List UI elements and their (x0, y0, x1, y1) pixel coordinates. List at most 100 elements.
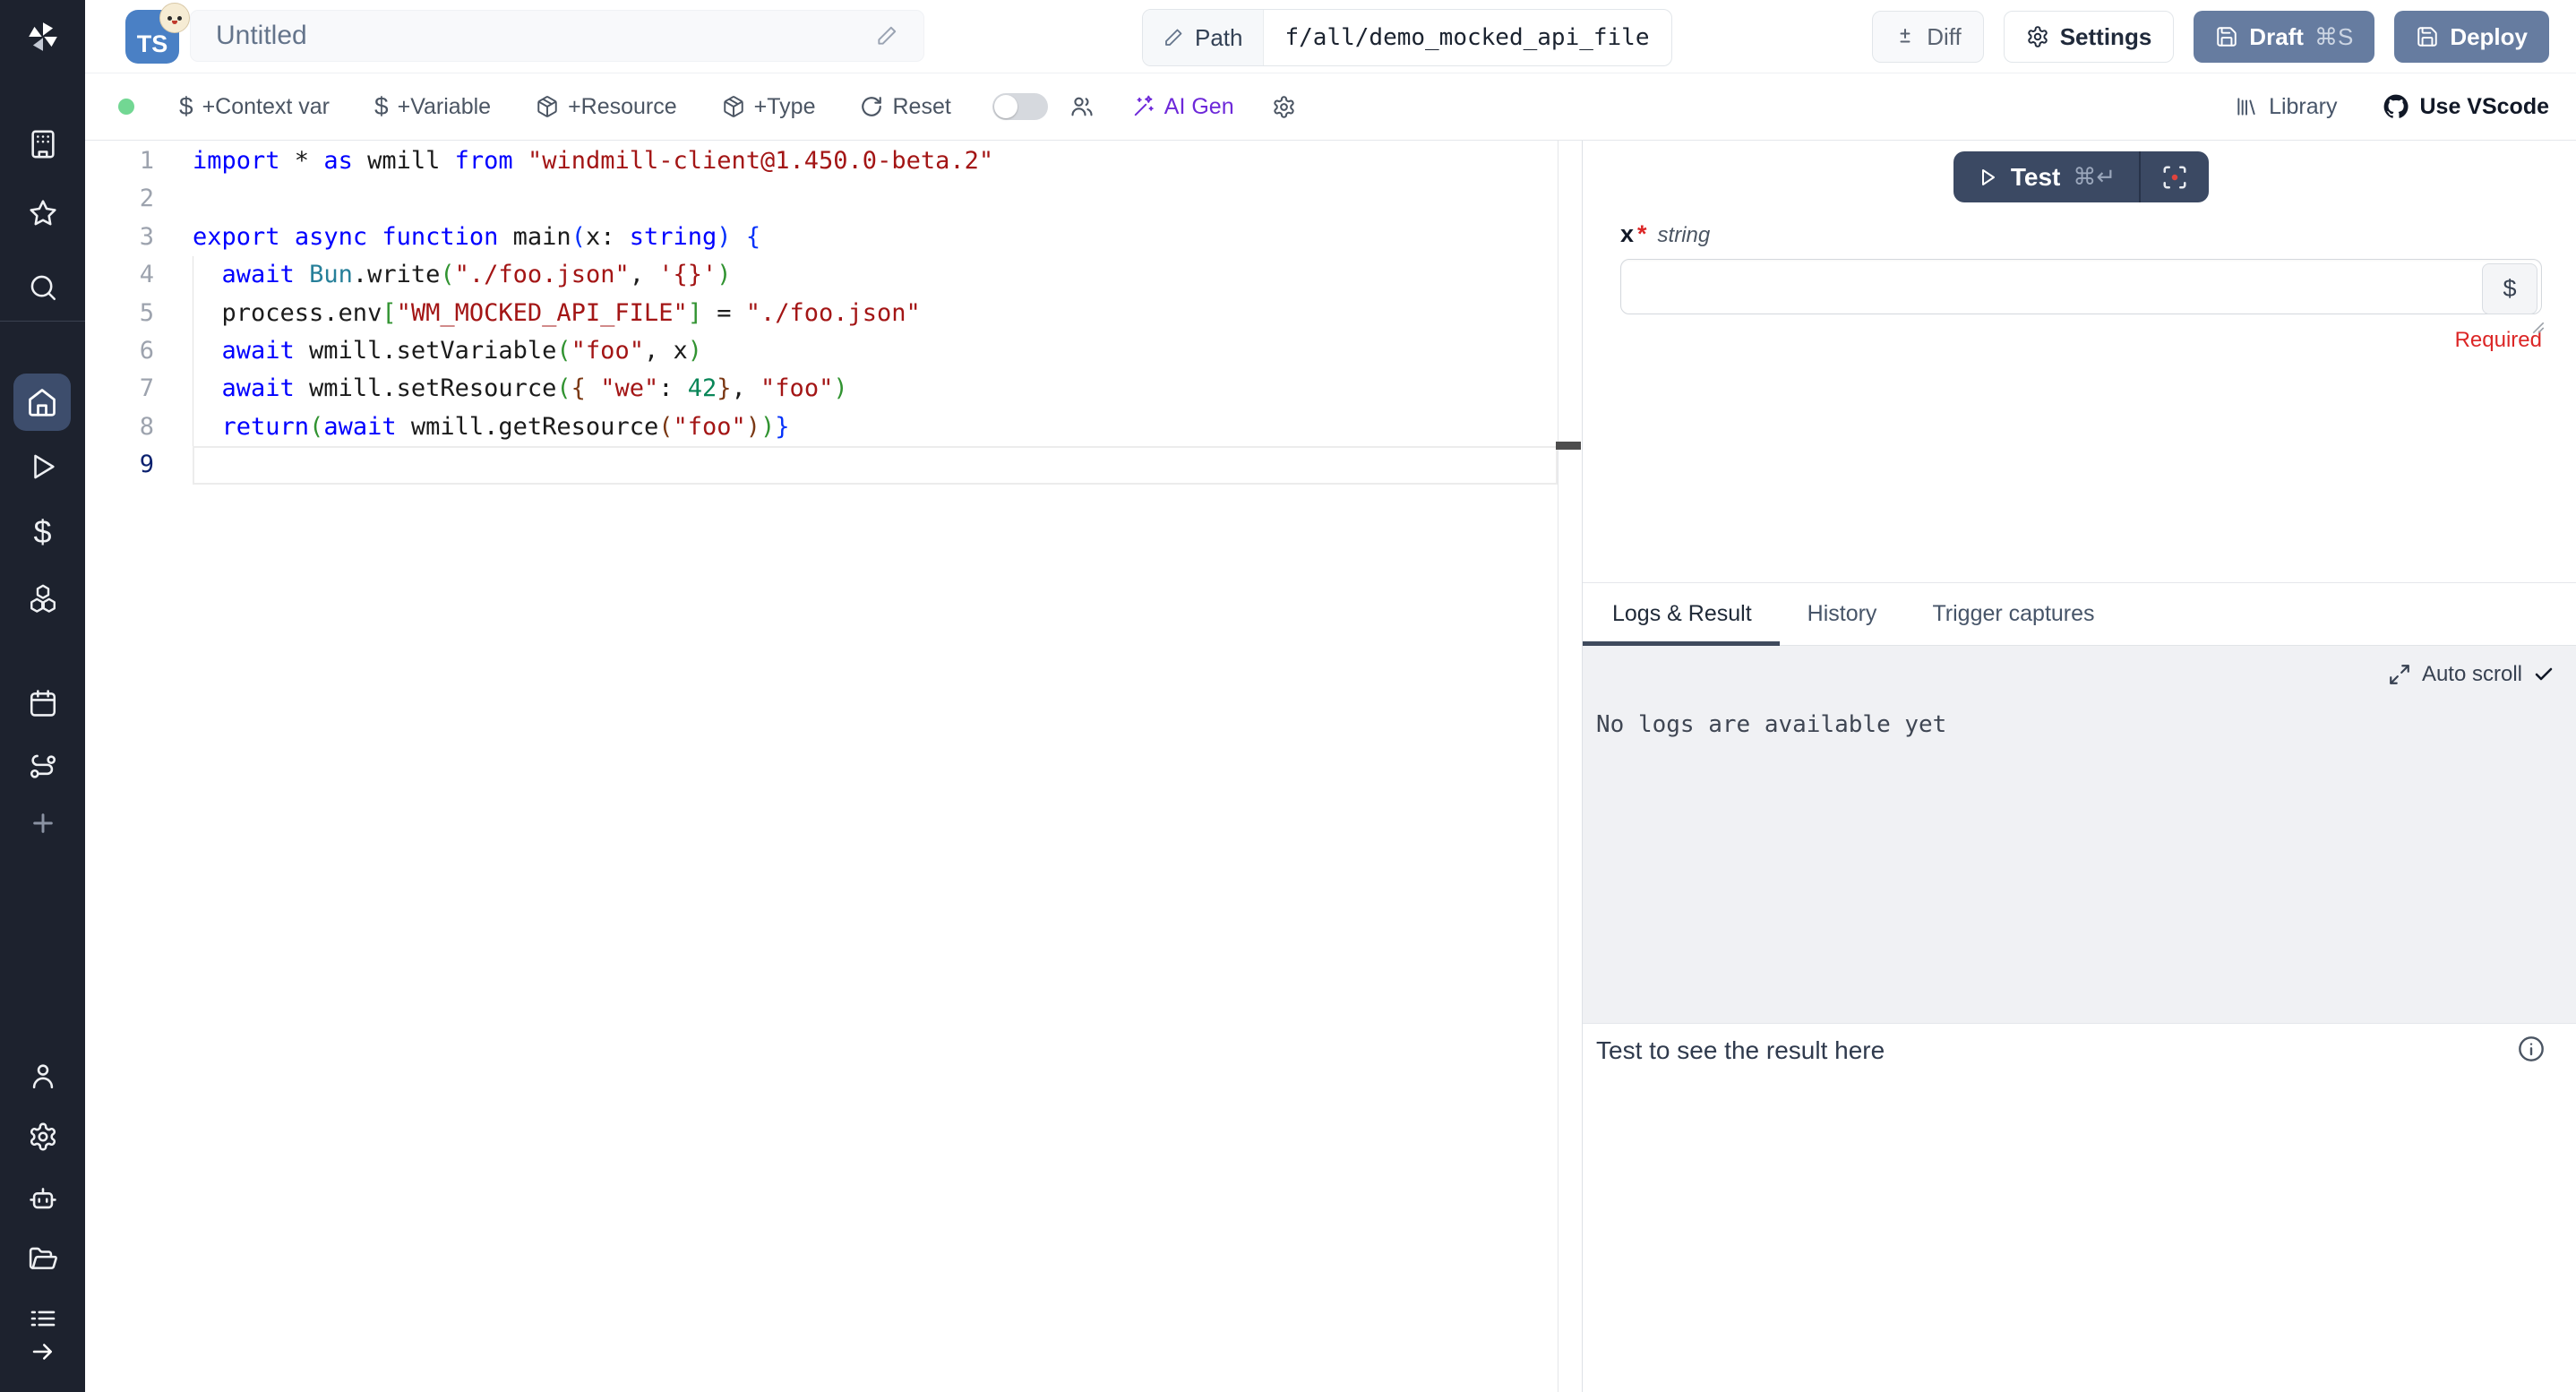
package-icon (536, 95, 559, 118)
sidebar-item-settings[interactable] (28, 1121, 58, 1152)
info-icon[interactable] (2517, 1035, 2546, 1063)
plus-icon (29, 809, 57, 838)
bun-runtime-badge (159, 3, 190, 33)
add-type-button[interactable]: +Type (722, 94, 816, 120)
arrow-right-icon (30, 1338, 56, 1365)
add-variable-button[interactable]: $ +Variable (374, 92, 491, 121)
sidebar-item-routes[interactable] (28, 752, 58, 782)
dollar-icon: $ (179, 92, 193, 121)
code-line (193, 446, 1558, 484)
reset-icon (860, 95, 883, 118)
tab-trigger-captures[interactable]: Trigger captures (1932, 601, 2094, 627)
code-line: import * as wmill from "windmill-client@… (193, 142, 1558, 180)
sidebar: $ (0, 0, 85, 1392)
library-button[interactable]: Library (2235, 94, 2337, 120)
boxes-icon (27, 581, 59, 614)
search-icon[interactable] (28, 272, 58, 303)
auto-scroll-control[interactable]: Auto scroll (2388, 662, 2555, 687)
gear-icon (28, 1121, 58, 1152)
line-number: 7 (85, 370, 154, 408)
sidebar-item-account[interactable] (28, 1061, 58, 1091)
arg-label-row: x* string (1620, 220, 2542, 248)
resize-grip-icon[interactable] (2531, 321, 2546, 335)
line-number: 3 (85, 219, 154, 256)
play-icon (28, 451, 58, 482)
typescript-language-badge[interactable]: TS (125, 10, 179, 64)
sidebar-item-schedules[interactable] (28, 688, 58, 718)
code-editor[interactable]: 123456789 import * as wmill from "windmi… (85, 141, 1558, 1392)
dollar-icon: $ (374, 92, 389, 121)
arg-type: string (1658, 223, 1711, 248)
line-number: 5 (85, 295, 154, 332)
result-section: Test to see the result here (1583, 1023, 2576, 1392)
sidebar-item-runs[interactable] (28, 451, 58, 482)
line-number: 9 (85, 446, 154, 484)
workspace-building-icon[interactable] (28, 129, 58, 159)
add-context-var-button[interactable]: $ +Context var (179, 92, 330, 121)
x-input[interactable] (1620, 259, 2542, 314)
settings-button[interactable]: Settings (2004, 11, 2175, 63)
script-title-field[interactable]: Untitled (190, 10, 924, 62)
code-line: export async function main(x: string) { (193, 219, 1558, 256)
robot-icon (28, 1183, 58, 1214)
tab-logs-result[interactable]: Logs & Result (1612, 601, 1752, 627)
required-star: * (1637, 220, 1647, 248)
users-icon[interactable] (1069, 94, 1095, 119)
insert-variable-button[interactable]: $ (2482, 263, 2537, 314)
favorites-star-icon[interactable] (28, 198, 58, 228)
check-icon (2533, 664, 2555, 685)
right-panel: Test ⌘↵ x* string (1582, 141, 2576, 1392)
ts-label: TS (137, 30, 168, 58)
auto-scroll-label: Auto scroll (2422, 662, 2522, 687)
capture-icon (2161, 164, 2188, 191)
play-icon (1977, 167, 1998, 188)
expand-icon[interactable] (2388, 663, 2411, 686)
sidebar-item-home[interactable] (13, 374, 71, 431)
folder-icon (28, 1243, 58, 1274)
person-icon (28, 1061, 58, 1091)
calendar-icon (28, 688, 58, 718)
line-number: 8 (85, 408, 154, 446)
no-logs-message: No logs are available yet (1596, 711, 1946, 738)
code-line: return(await wmill.getResource("foo"))} (193, 408, 1558, 446)
reset-button[interactable]: Reset (860, 94, 950, 120)
sidebar-item-variables[interactable]: $ (33, 513, 51, 551)
editor-toolbar: $ +Context var $ +Variable +Resource +Ty… (85, 73, 2576, 141)
route-icon (28, 752, 58, 782)
sidebar-add-button[interactable] (29, 809, 57, 838)
edit-title-pencil-icon[interactable] (875, 24, 898, 47)
deploy-button[interactable]: Deploy (2394, 11, 2549, 63)
topbar: TS Untitled Path f/all/demo_mocked_api_f… (85, 0, 2576, 73)
test-button[interactable]: Test ⌘↵ (1953, 151, 2139, 202)
line-number: 6 (85, 332, 154, 370)
status-dot (118, 99, 134, 115)
result-placeholder: Test to see the result here (1596, 1036, 1885, 1065)
library-icon (2235, 95, 2258, 118)
draft-button[interactable]: Draft ⌘S (2194, 11, 2374, 63)
sidebar-expand-button[interactable] (30, 1338, 56, 1365)
script-title: Untitled (216, 21, 875, 51)
code-line: await Bun.write("./foo.json", '{}') (193, 256, 1558, 294)
package-icon (722, 95, 745, 118)
capture-test-button[interactable] (2141, 151, 2209, 202)
path-widget[interactable]: Path f/all/demo_mocked_api_file (1142, 9, 1672, 66)
list-icon (28, 1303, 58, 1334)
add-resource-button[interactable]: +Resource (536, 94, 677, 120)
editor-settings-gear-icon[interactable] (1272, 95, 1296, 119)
collab-toggle[interactable] (992, 93, 1048, 120)
windmill-logo-icon[interactable] (26, 20, 60, 54)
home-icon (26, 386, 58, 418)
workspace: 123456789 import * as wmill from "windmi… (85, 141, 2576, 1392)
overview-ruler-cursor-marker (1556, 442, 1581, 450)
sidebar-item-workers[interactable] (28, 1183, 58, 1214)
use-vscode-button[interactable]: Use VScode (2383, 94, 2549, 120)
code-line (193, 180, 1558, 218)
tab-history[interactable]: History (1807, 601, 1877, 627)
diff-button[interactable]: Diff (1872, 11, 1984, 63)
sidebar-item-menu[interactable] (28, 1303, 58, 1334)
sidebar-item-resources[interactable] (27, 581, 59, 614)
line-number: 4 (85, 256, 154, 294)
editor-code[interactable]: import * as wmill from "windmill-client@… (193, 141, 1558, 1392)
ai-gen-button[interactable]: AI Gen (1132, 94, 1234, 120)
sidebar-item-folders[interactable] (28, 1243, 58, 1274)
